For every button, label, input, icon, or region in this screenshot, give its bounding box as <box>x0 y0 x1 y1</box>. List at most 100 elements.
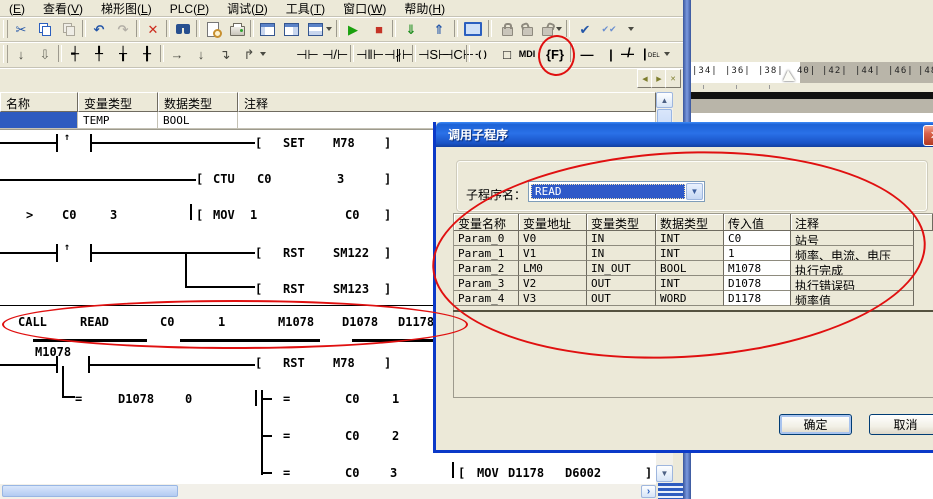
ladder-token[interactable]: [ <box>458 466 465 480</box>
contact-falling-icon[interactable]: ⊣∦⊢ <box>384 44 413 64</box>
mdi-icon[interactable]: MDI <box>516 44 538 64</box>
branch-icon-1[interactable]: ┽ <box>64 44 86 64</box>
monitor-icon[interactable] <box>462 19 484 39</box>
ladder-token[interactable]: C0 <box>257 172 271 186</box>
cancel-button[interactable]: 取消 <box>869 414 933 435</box>
ladder-token[interactable]: CALL <box>18 315 47 329</box>
param-cell-传入值[interactable]: C0 <box>724 231 791 246</box>
ladder-token[interactable]: C0 <box>62 208 76 222</box>
subroutine-combobox[interactable]: READ ▼ <box>528 181 705 202</box>
print-icon[interactable] <box>226 19 248 39</box>
wire-corner-down-icon[interactable]: ↴ <box>214 44 236 64</box>
ladder-token[interactable]: 3 <box>110 208 117 222</box>
var-table-cell-3[interactable]: BOOL <box>158 112 238 129</box>
ladder-token[interactable]: D1078 <box>118 392 154 406</box>
column-delete-icon[interactable] <box>640 44 662 64</box>
ladder-token[interactable]: ↑ <box>64 242 70 253</box>
ladder-token[interactable]: CTU <box>213 172 235 186</box>
ladder-token[interactable]: = <box>75 392 82 406</box>
ladder-token[interactable]: ] <box>384 356 391 370</box>
line-delete-icon[interactable] <box>618 44 640 64</box>
ladder-token[interactable]: MOV <box>477 466 499 480</box>
download-icon[interactable]: ⇓ <box>400 19 422 39</box>
ladder-token[interactable]: SM123 <box>333 282 369 296</box>
contact-nc-icon[interactable]: ⊣/⊢ <box>322 44 348 64</box>
ruler-marker-icon[interactable] <box>783 70 795 81</box>
ladder-token[interactable]: [ <box>196 172 203 186</box>
close-button[interactable]: ✕ <box>923 125 933 146</box>
ladder-token[interactable]: ] <box>384 246 391 260</box>
ladder-token[interactable]: READ <box>80 315 109 329</box>
copy-icon[interactable] <box>34 19 56 39</box>
undo-icon[interactable]: ↶ <box>88 19 110 39</box>
lock-open-icon[interactable] <box>516 19 538 39</box>
ladder-token[interactable]: ] <box>384 172 391 186</box>
instruction-box-icon[interactable]: □ <box>496 44 518 64</box>
print-preview-icon[interactable] <box>202 19 224 39</box>
ladder-token[interactable]: MOV <box>213 208 235 222</box>
wire-down-icon[interactable]: ↓ <box>190 44 212 64</box>
branch-icon-2[interactable]: ╀ <box>88 44 110 64</box>
ladder-token[interactable]: M78 <box>333 356 355 370</box>
wire-corner-up-icon[interactable]: ↱ <box>238 44 260 64</box>
ladder-token[interactable]: C0 <box>345 208 359 222</box>
paste-icon[interactable] <box>58 19 80 39</box>
function-icon[interactable]: {F} <box>544 44 566 64</box>
run-icon[interactable]: ▶ <box>342 19 364 39</box>
ladder-token[interactable]: [ <box>255 246 262 260</box>
window-layout-2-icon[interactable] <box>280 19 302 39</box>
delete-icon[interactable]: ✕ <box>142 19 164 39</box>
ladder-token[interactable]: C0 <box>345 392 359 406</box>
window-layout-1-icon[interactable] <box>256 19 278 39</box>
combobox-dropdown-button[interactable]: ▼ <box>686 183 703 200</box>
syntax-check-icon[interactable]: ✔ <box>574 19 596 39</box>
var-table-cell-1[interactable] <box>0 112 78 129</box>
ladder-token[interactable]: M1078 <box>278 315 314 329</box>
ladder-token[interactable]: D6002 <box>565 466 601 480</box>
redo-icon[interactable]: ↷ <box>112 19 134 39</box>
horizontal-scroll-thumb[interactable] <box>2 485 178 497</box>
param-cell-传入值[interactable]: 1 <box>724 246 791 261</box>
upload-icon[interactable]: ⇑ <box>428 19 450 39</box>
scroll-up-button[interactable]: ▲ <box>656 92 673 108</box>
ladder-token[interactable]: = <box>283 466 290 480</box>
contact-no-icon[interactable]: ⊣⊢ <box>296 44 319 64</box>
ladder-token[interactable]: 1 <box>392 392 399 406</box>
ladder-token[interactable]: M1078 <box>35 345 71 359</box>
var-table-cell-2[interactable]: TEMP <box>78 112 158 129</box>
lock-closed-icon[interactable] <box>496 19 518 39</box>
ladder-token[interactable]: SM122 <box>333 246 369 260</box>
ladder-token[interactable]: SET <box>283 136 305 150</box>
dropdown-caret[interactable] <box>628 27 634 31</box>
ladder-token[interactable]: D1178 <box>398 315 434 329</box>
hline-icon[interactable]: — <box>576 44 598 64</box>
ladder-token[interactable]: RST <box>283 356 305 370</box>
ladder-token[interactable]: > <box>26 208 33 222</box>
ladder-token[interactable]: [ <box>255 282 262 296</box>
ladder-token[interactable]: 1 <box>218 315 225 329</box>
branch-icon-4[interactable]: ╂ <box>136 44 158 64</box>
syntax-check-all-icon[interactable]: ✔✔ <box>598 19 620 39</box>
tab-close-button[interactable]: ✕ <box>665 69 681 88</box>
ladder-token[interactable]: ] <box>645 466 652 480</box>
param-cell-传入值[interactable]: D1178 <box>724 291 791 306</box>
ladder-token[interactable]: 0 <box>185 392 192 406</box>
ladder-token[interactable]: M78 <box>333 136 355 150</box>
ladder-token[interactable]: ] <box>384 136 391 150</box>
ladder-token[interactable]: = <box>283 392 290 406</box>
window-layout-3-icon[interactable] <box>304 19 326 39</box>
ladder-token[interactable]: C0 <box>160 315 174 329</box>
lock-partial-icon[interactable] <box>536 19 558 39</box>
ladder-token[interactable]: 3 <box>337 172 344 186</box>
ladder-token[interactable]: ↑ <box>64 132 70 143</box>
param-cell-传入值[interactable]: D1078 <box>724 276 791 291</box>
menu-item-4[interactable]: PLC(P) <box>161 1 218 17</box>
ladder-token[interactable]: ] <box>384 208 391 222</box>
wire-right-icon[interactable]: → <box>166 44 188 64</box>
ladder-token[interactable]: 1 <box>250 208 257 222</box>
ladder-token[interactable]: = <box>283 429 290 443</box>
ladder-token[interactable]: C0 <box>345 429 359 443</box>
ladder-token[interactable]: RST <box>283 246 305 260</box>
ladder-token[interactable]: ] <box>384 282 391 296</box>
ladder-token[interactable]: [ <box>255 136 262 150</box>
